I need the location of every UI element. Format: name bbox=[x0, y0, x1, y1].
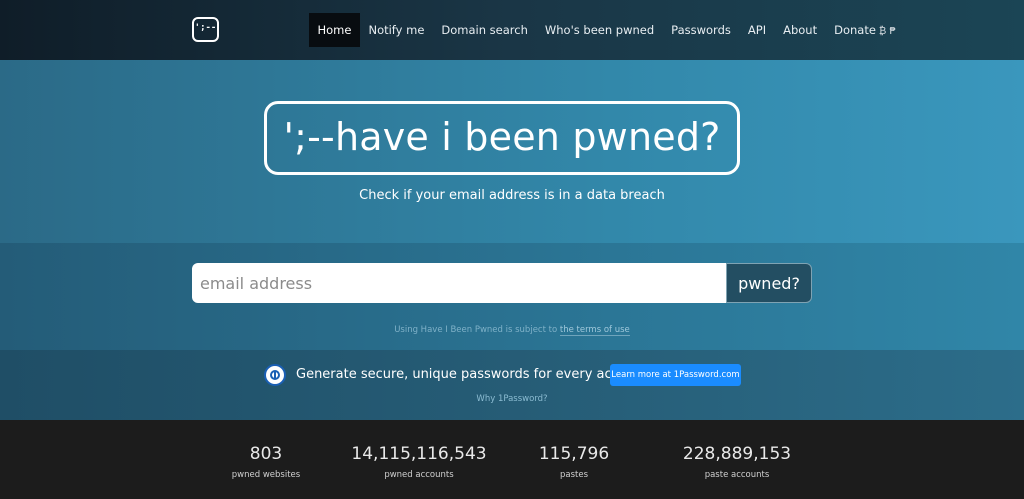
top-navbar: ';-- Home Notify me Domain search Who's … bbox=[0, 0, 1024, 60]
learn-more-1password-button[interactable]: Learn more at 1Password.com bbox=[610, 364, 741, 386]
site-title: ';--have i been pwned? bbox=[283, 115, 721, 159]
stat-pastes: 115,796 pastes bbox=[494, 444, 654, 480]
terms-text: Using Have I Been Pwned is subject to bbox=[394, 325, 560, 335]
nav-donate[interactable]: Donate ₿ ₱ bbox=[826, 13, 905, 47]
site-logo[interactable]: ';-- bbox=[192, 17, 219, 42]
stat-value: 14,115,116,543 bbox=[351, 444, 487, 464]
stat-paste-accounts: 228,889,153 paste accounts bbox=[657, 444, 817, 480]
nav-home[interactable]: Home bbox=[309, 13, 360, 47]
stat-label: pwned accounts bbox=[384, 470, 454, 480]
site-title-box: ';--have i been pwned? bbox=[264, 101, 740, 175]
stat-value: 115,796 bbox=[538, 444, 610, 464]
terms-of-use-link[interactable]: the terms of use bbox=[559, 325, 630, 336]
nav-about[interactable]: About bbox=[775, 13, 826, 47]
stat-pwned-websites: 803 pwned websites bbox=[186, 444, 346, 480]
password-promo-section: Generate secure, unique passwords for ev… bbox=[0, 350, 1024, 420]
email-search-input[interactable] bbox=[192, 263, 727, 303]
search-section: pwned? Using Have I Been Pwned is subjec… bbox=[0, 243, 1024, 350]
stat-pwned-accounts: 14,115,116,543 pwned accounts bbox=[339, 444, 499, 480]
nav-whos-been-pwned[interactable]: Who's been pwned bbox=[536, 13, 662, 47]
stat-label: pastes bbox=[559, 470, 589, 480]
promo-text: Generate secure, unique passwords for ev… bbox=[296, 367, 649, 382]
terms-notice: Using Have I Been Pwned is subject to th… bbox=[0, 325, 1024, 336]
nav-notify-me[interactable]: Notify me bbox=[360, 13, 433, 47]
hero-section: ';--have i been pwned? Check if your ema… bbox=[0, 60, 1024, 243]
main-nav: Home Notify me Domain search Who's been … bbox=[309, 13, 904, 47]
stat-value: 803 bbox=[249, 444, 283, 464]
stat-value: 228,889,153 bbox=[682, 444, 792, 464]
why-1password-link[interactable]: Why 1Password? bbox=[0, 394, 1024, 404]
nav-passwords[interactable]: Passwords bbox=[663, 13, 740, 47]
nav-api[interactable]: API bbox=[739, 13, 774, 47]
stats-section: 803 pwned websites 14,115,116,543 pwned … bbox=[0, 420, 1024, 499]
nav-domain-search[interactable]: Domain search bbox=[433, 13, 536, 47]
crypto-coins-icon: ₿ ₱ bbox=[878, 26, 896, 37]
nav-donate-label: Donate bbox=[834, 23, 876, 37]
stat-label: paste accounts bbox=[704, 470, 770, 480]
1password-logo-icon bbox=[264, 364, 286, 386]
pwned-search-button[interactable]: pwned? bbox=[726, 263, 812, 303]
stat-label: pwned websites bbox=[231, 470, 301, 480]
hero-subtitle: Check if your email address is in a data… bbox=[359, 188, 665, 203]
